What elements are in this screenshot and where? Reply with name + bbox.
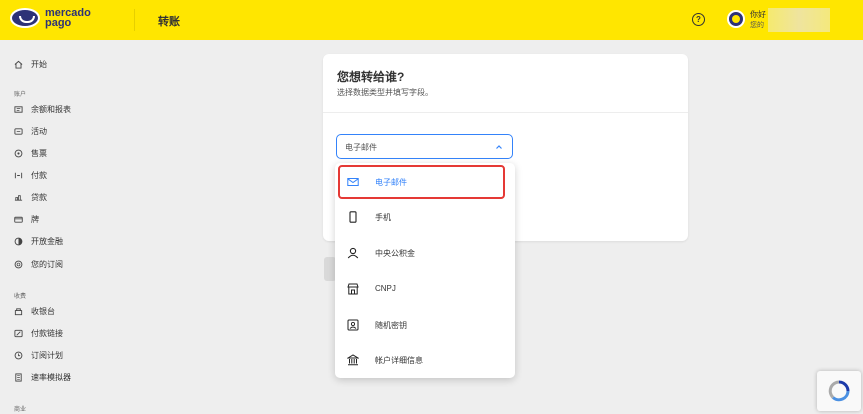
page-title: 转账 [158, 16, 180, 28]
sidebar-item-balance[interactable]: 余额和报表 [14, 101, 71, 117]
sidebar-item-label: 订阅计划 [31, 350, 63, 360]
sidebar-item-start[interactable]: 开始 [14, 56, 47, 72]
recaptcha-badge[interactable] [817, 371, 861, 411]
ticket-icon [14, 149, 23, 157]
activity-icon [14, 127, 23, 135]
redacted-user-info [768, 8, 830, 32]
open-finance-icon [14, 237, 23, 245]
sidebar-item-label: 活动 [31, 126, 47, 136]
email-icon [347, 178, 359, 186]
phone-icon [349, 211, 357, 223]
card-title: 您想转给谁? [337, 70, 405, 84]
option-label: CNPJ [375, 284, 396, 293]
sidebar-item-label: 付款链接 [31, 328, 63, 338]
avatar[interactable] [727, 10, 745, 28]
sidebar-item-label: 贷款 [31, 192, 47, 202]
statement-icon [14, 105, 23, 113]
person-icon [347, 247, 359, 259]
select-value: 电子邮件 [345, 143, 377, 152]
logo-text: mercado pago [45, 7, 91, 29]
simulator-icon [15, 372, 22, 382]
sidebar-item-label: 开放金融 [31, 236, 63, 246]
sidebar-item-subscription-plans[interactable]: 订阅计划 [14, 347, 63, 363]
sidebar-section-account: 账户 [14, 92, 27, 98]
sidebar-item-label: 速率模拟器 [31, 372, 71, 382]
sidebar-item-label: 付款 [31, 170, 47, 180]
sidebar-item-label: 售票 [31, 148, 47, 158]
sidebar-item-checkout[interactable]: 收银台 [14, 303, 55, 319]
loan-icon [14, 194, 23, 201]
sidebar-item-label: 牌 [31, 214, 39, 224]
sidebar-item-loans[interactable]: 贷款 [14, 189, 47, 205]
sidebar-item-payments[interactable]: 付款 [14, 167, 47, 183]
sidebar-item-rate-simulator[interactable]: 速率模拟器 [14, 369, 71, 385]
sidebar-item-label: 您的订阅 [31, 259, 63, 269]
option-phone[interactable]: 手机 [335, 202, 515, 232]
option-email[interactable]: 电子邮件 [335, 167, 515, 197]
sidebar-item-label: 余额和报表 [31, 104, 71, 114]
recaptcha-icon [828, 380, 850, 402]
option-label: 电子邮件 [375, 178, 407, 187]
card-divider [323, 112, 688, 113]
payment-icon [14, 172, 23, 178]
option-label: 帐户详细信息 [375, 356, 423, 365]
sidebar-section-charges: 收费 [14, 294, 27, 300]
id-card-icon [347, 319, 359, 331]
help-icon[interactable]: ? [692, 13, 705, 26]
top-bar: mercado pago 转账 ? 你好 您的 [0, 0, 863, 40]
option-random-key[interactable]: 随机密钥 [335, 310, 515, 340]
sidebar: 开始 账户 余额和报表 活动 售票 付款 贷款 牌 开放金融 您的订阅 收费 收… [0, 40, 150, 414]
checkout-icon [14, 307, 23, 315]
link-icon [14, 329, 23, 337]
sidebar-item-payment-links[interactable]: 付款链接 [14, 325, 63, 341]
home-icon [14, 60, 23, 69]
option-cnpj[interactable]: CNPJ [335, 274, 515, 304]
option-account-details[interactable]: 帐户详细信息 [335, 345, 515, 375]
sidebar-item-label: 开始 [31, 59, 47, 69]
store-icon [347, 283, 359, 295]
bank-icon [347, 354, 359, 366]
card-icon [14, 216, 23, 223]
handshake-logo-icon [10, 8, 40, 28]
sidebar-item-tickets[interactable]: 售票 [14, 145, 47, 161]
option-label: 中央公积金 [375, 249, 415, 258]
mercado-pago-logo[interactable]: mercado pago [10, 7, 91, 29]
sidebar-item-subscriptions[interactable]: 您的订阅 [14, 256, 63, 272]
sidebar-item-label: 收银台 [31, 306, 55, 316]
header-divider [134, 9, 135, 31]
data-type-select[interactable]: 电子邮件 [336, 134, 513, 159]
card-subtitle: 选择数据类型并填写字段。 [337, 88, 433, 97]
chevron-up-icon [496, 145, 502, 149]
plan-icon [14, 351, 23, 359]
option-label: 手机 [375, 213, 391, 222]
subscription-icon [14, 260, 23, 268]
option-cpf[interactable]: 中央公积金 [335, 238, 515, 268]
sidebar-item-open-finance[interactable]: 开放金融 [14, 233, 63, 249]
sidebar-item-cards[interactable]: 牌 [14, 211, 39, 227]
data-type-dropdown: 电子邮件 手机 中央公积金 CNPJ 随机密钥 帐户详细信息 [335, 163, 515, 378]
option-label: 随机密钥 [375, 321, 407, 330]
sidebar-section-business: 商业 [14, 407, 27, 413]
sidebar-item-activity[interactable]: 活动 [14, 123, 47, 139]
